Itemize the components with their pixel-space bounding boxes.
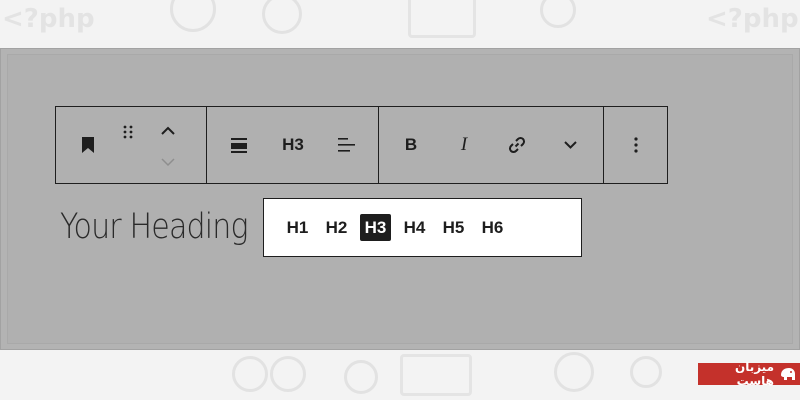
move-up-button[interactable] — [158, 123, 178, 137]
vertical-ellipsis-icon — [633, 137, 638, 153]
block-settings-group: H3 — [207, 107, 379, 183]
options-group — [604, 107, 667, 183]
block-toolbar: H3 B I — [55, 106, 668, 184]
heading-level-h6-button[interactable]: H6 — [477, 214, 508, 241]
drag-handle-icon — [123, 125, 133, 139]
heading-level-h2-button[interactable]: H2 — [321, 214, 352, 241]
align-wide-icon — [231, 138, 247, 153]
align-button[interactable] — [207, 107, 271, 183]
background-doodle — [232, 356, 268, 392]
heading-level-list: H1 H2 H3 H4 H5 H6 — [282, 214, 508, 241]
elephant-logo-icon — [781, 368, 795, 380]
more-formatting-button[interactable] — [549, 107, 591, 183]
block-mover — [136, 107, 201, 183]
heading-level-h4-button[interactable]: H4 — [399, 214, 430, 241]
link-button[interactable] — [485, 107, 549, 183]
background-doodle — [554, 352, 594, 392]
italic-button[interactable]: I — [443, 107, 485, 183]
heading-level-h5-button[interactable]: H5 — [438, 214, 469, 241]
background-doodle — [262, 0, 302, 34]
background-doodle — [540, 0, 576, 28]
brand-text: میزبان هاست — [734, 360, 774, 388]
block-type-button[interactable] — [56, 107, 120, 183]
background-doodle — [344, 360, 378, 394]
brand-badge: میزبان هاست — [698, 360, 800, 388]
heading-level-h3-button[interactable]: H3 — [360, 214, 391, 241]
chevron-down-icon — [563, 141, 577, 149]
heading-level-h1-button[interactable]: H1 — [282, 214, 313, 241]
heading-level-popover: H1 H2 H3 H4 H5 H6 — [263, 198, 582, 257]
format-group: B I — [379, 107, 604, 183]
link-icon — [508, 136, 526, 154]
background-watermark-right: <?php — [706, 4, 799, 34]
heading-level-button[interactable]: H3 — [271, 107, 315, 183]
chevron-up-icon — [161, 126, 175, 135]
text-align-left-icon — [338, 138, 355, 152]
background-doodle — [170, 0, 216, 32]
background-doodle — [270, 356, 306, 392]
background-doodle — [408, 0, 476, 38]
options-button[interactable] — [616, 107, 656, 183]
block-mover-group — [56, 107, 207, 183]
bold-button[interactable]: B — [379, 107, 443, 183]
move-down-button[interactable] — [158, 155, 178, 169]
text-align-button[interactable] — [315, 107, 377, 183]
bookmark-icon — [82, 137, 94, 153]
background-doodle — [630, 356, 662, 388]
drag-handle-button[interactable] — [120, 107, 136, 183]
chevron-down-icon — [161, 157, 175, 166]
background-watermark-left: <?php — [2, 4, 95, 34]
heading-block-text[interactable]: Your Heading — [60, 207, 249, 247]
background-doodle — [400, 354, 472, 396]
